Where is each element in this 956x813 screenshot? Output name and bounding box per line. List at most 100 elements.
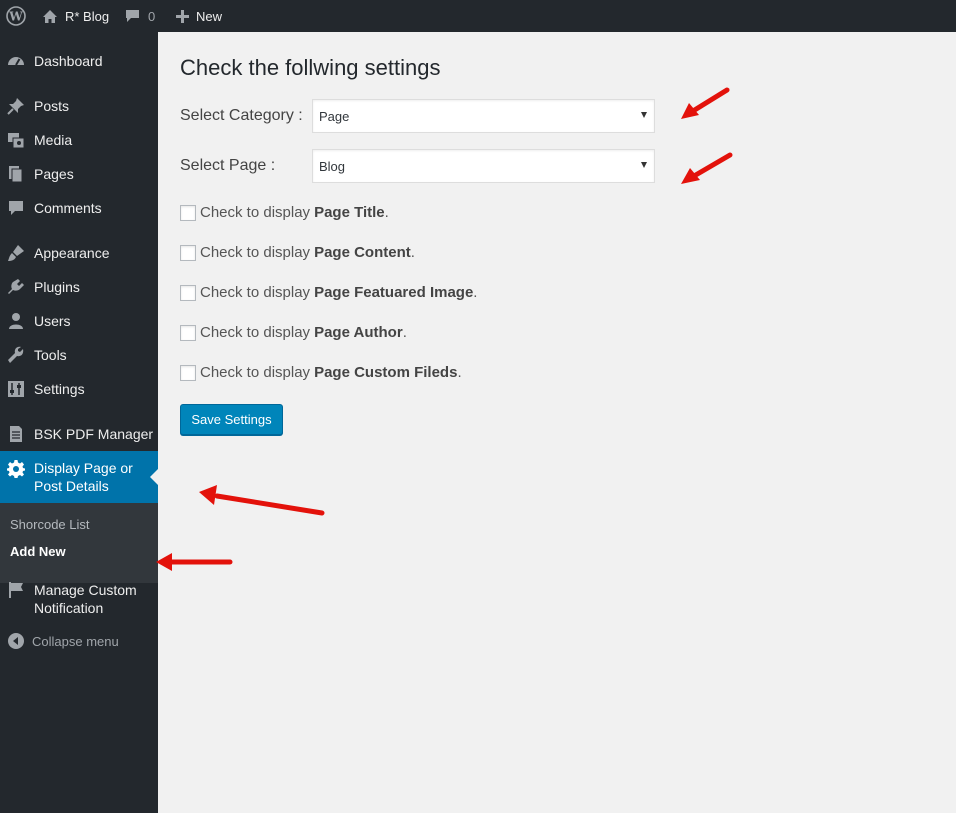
comment-icon xyxy=(7,199,25,217)
pin-icon xyxy=(7,97,25,115)
new-content-link[interactable]: New xyxy=(176,0,222,32)
page-author-checkbox[interactable] xyxy=(180,324,196,341)
sidebar-item-appearance[interactable]: Appearance xyxy=(0,243,158,263)
plug-icon xyxy=(7,278,25,296)
comment-bubble-icon xyxy=(125,9,140,23)
sidebar-item-dashboard[interactable]: Dashboard xyxy=(0,51,158,71)
page-title: Check the follwing settings xyxy=(180,55,441,80)
check-prefix: Check to display xyxy=(200,204,311,221)
home-icon xyxy=(42,9,58,24)
site-name-link[interactable]: R* Blog xyxy=(42,0,109,32)
dashboard-icon xyxy=(7,52,25,70)
sidebar-item-media[interactable]: Media xyxy=(0,130,158,150)
annotation-arrow-icon xyxy=(199,485,325,516)
user-icon xyxy=(7,312,25,330)
site-name: R* Blog xyxy=(65,8,110,24)
check-bold-label: Page Content xyxy=(314,244,411,261)
check-prefix: Check to display xyxy=(200,324,311,341)
document-icon xyxy=(7,425,25,443)
admin-sidebar: Dashboard Posts Media Pages Comments App… xyxy=(0,32,158,813)
check-bold-label: Page Title xyxy=(314,204,385,221)
sidebar-item-label: BSK PDF Manager xyxy=(34,426,154,442)
category-label: Select Category : xyxy=(180,107,303,124)
sidebar-item-label: Settings xyxy=(34,381,85,397)
page-label: Select Page : xyxy=(180,157,276,174)
sidebar-item-label: Appearance xyxy=(34,245,110,261)
sidebar-item-label-line2: Notification xyxy=(34,600,104,616)
page-content-checkbox[interactable] xyxy=(180,244,196,261)
sidebar-item-label: Tools xyxy=(34,347,67,363)
sidebar-item-label: Comments xyxy=(34,200,102,216)
sidebar-item-label-line1: Display Page or xyxy=(34,460,133,476)
collapse-arrow-icon xyxy=(8,633,24,649)
admin-bar: W R* Blog 0 New xyxy=(0,0,956,32)
check-bold-label: Page Custom Fileds xyxy=(314,364,458,381)
annotation-arrow-icon xyxy=(681,152,733,184)
category-select[interactable]: Page xyxy=(312,99,655,133)
sidebar-item-label: Plugins xyxy=(34,279,80,295)
annotation-arrow-icon xyxy=(156,553,233,571)
check-suffix: . xyxy=(473,284,478,301)
sidebar-item-comments[interactable]: Comments xyxy=(0,198,158,218)
sidebar-item-display-page-or-post-details[interactable]: Display Page or Post Details xyxy=(0,451,158,503)
collapse-menu-button[interactable]: Collapse menu xyxy=(0,629,158,653)
sidebar-item-label-line1: Manage Custom xyxy=(34,582,137,598)
check-row-page-content: Check to display Page Content . xyxy=(180,244,415,261)
pages-icon xyxy=(7,165,25,183)
check-bold-label: Page Author xyxy=(314,324,403,341)
check-prefix: Check to display xyxy=(200,364,311,381)
check-prefix: Check to display xyxy=(200,284,311,301)
brush-icon xyxy=(7,244,25,262)
check-suffix: . xyxy=(410,244,415,261)
check-suffix: . xyxy=(384,204,389,221)
current-menu-notch xyxy=(150,469,158,485)
check-suffix: . xyxy=(402,324,407,341)
category-select-value: Page xyxy=(319,108,350,124)
wrench-icon xyxy=(7,346,25,364)
wordpress-logo-icon[interactable]: W xyxy=(0,0,32,32)
dropdown-caret-icon xyxy=(641,162,647,168)
check-prefix: Check to display xyxy=(200,244,311,261)
page-select-value: Blog xyxy=(319,158,346,174)
sidebar-item-users[interactable]: Users xyxy=(0,311,158,331)
submenu-item-shorcode-list[interactable]: Shorcode List xyxy=(10,517,90,532)
sidebar-item-manage-custom-notification[interactable]: Manage Custom Notification xyxy=(0,579,158,619)
new-label: New xyxy=(196,8,223,24)
sidebar-item-tools[interactable]: Tools xyxy=(0,345,158,365)
check-row-page-custom-fields: Check to display Page Custom Fileds . xyxy=(180,364,462,381)
svg-text:W: W xyxy=(8,10,23,24)
collapse-menu-label: Collapse menu xyxy=(32,633,119,649)
sidebar-item-label: Users xyxy=(34,313,71,329)
sidebar-item-label: Posts xyxy=(34,98,70,114)
dropdown-caret-icon xyxy=(641,112,647,118)
plus-icon xyxy=(176,9,189,23)
flag-icon xyxy=(7,581,25,599)
media-icon xyxy=(7,131,25,149)
sidebar-item-bsk-pdf-manager[interactable]: BSK PDF Manager xyxy=(0,424,158,444)
sidebar-item-plugins[interactable]: Plugins xyxy=(0,277,158,297)
submenu-item-add-new[interactable]: Add New xyxy=(10,544,66,559)
submenu: Shorcode List Add New xyxy=(0,503,158,583)
sidebar-item-label-line2: Post Details xyxy=(34,478,109,494)
gear-icon xyxy=(7,460,25,478)
save-settings-button[interactable]: Save Settings xyxy=(180,404,283,435)
sidebar-item-settings[interactable]: Settings xyxy=(0,379,158,399)
check-row-page-featured-image: Check to display Page Featuared Image . xyxy=(180,284,477,301)
sidebar-item-pages[interactable]: Pages xyxy=(0,164,158,184)
page-title-checkbox[interactable] xyxy=(180,204,196,221)
page-featured-image-checkbox[interactable] xyxy=(180,284,196,301)
main-content: Check the follwing settings Select Categ… xyxy=(158,32,956,813)
annotation-arrow-icon xyxy=(681,87,730,119)
comments-count: 0 xyxy=(148,8,156,24)
check-bold-label: Page Featuared Image xyxy=(314,284,474,301)
check-row-page-title: Check to display Page Title . xyxy=(180,204,389,221)
page-select[interactable]: Blog xyxy=(312,149,655,183)
page-custom-fields-checkbox[interactable] xyxy=(180,364,196,381)
sidebar-item-label: Media xyxy=(34,132,73,148)
sidebar-item-posts[interactable]: Posts xyxy=(0,96,158,116)
check-suffix: . xyxy=(457,364,462,381)
sidebar-item-label: Dashboard xyxy=(34,53,103,69)
settings-icon xyxy=(7,380,25,398)
check-row-page-author: Check to display Page Author . xyxy=(180,324,407,341)
comments-link[interactable]: 0 xyxy=(125,0,155,32)
